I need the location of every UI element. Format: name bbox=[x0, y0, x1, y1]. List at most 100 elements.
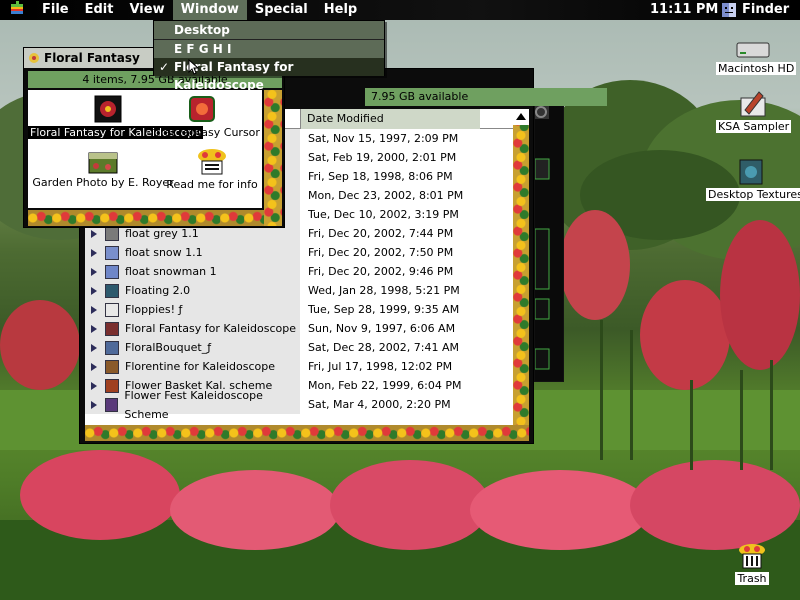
rose-bush bbox=[630, 460, 800, 550]
desktop-icon-trash[interactable]: Trash bbox=[722, 542, 782, 585]
rose-stem bbox=[630, 330, 633, 460]
rose-bush bbox=[170, 470, 340, 550]
menu-file[interactable]: File bbox=[34, 0, 77, 20]
file-icon bbox=[105, 245, 119, 260]
window-menu-dropdown: Desktop E F G H I ✓ Floral Fantasy for K… bbox=[153, 20, 385, 92]
name-cell: float snowman 1 bbox=[85, 262, 300, 281]
table-row[interactable]: Florentine for Kaleidoscope Fri, Jul 17, … bbox=[85, 357, 513, 376]
disclosure-triangle-icon[interactable] bbox=[91, 324, 97, 333]
file-icon bbox=[105, 359, 119, 374]
desktop-icon-label: Macintosh HD bbox=[716, 62, 797, 75]
cursor-icon bbox=[188, 59, 200, 75]
rose-bush bbox=[20, 450, 180, 540]
disclosure-triangle-icon[interactable] bbox=[91, 286, 97, 295]
desktop-icon-label: Desktop Textures bbox=[706, 188, 800, 201]
name-cell: Floating 2.0 bbox=[85, 281, 300, 300]
name-cell: Floral Fantasy for Kaleidoscope bbox=[85, 319, 300, 338]
photo-file-icon bbox=[88, 152, 118, 174]
file-name: float snowman 1 bbox=[125, 265, 217, 278]
table-row[interactable]: Floating 2.0 Wed, Jan 28, 1998, 5:21 PM bbox=[85, 281, 513, 300]
rose-stem bbox=[770, 360, 773, 470]
date-modified-cell: Tue, Sep 28, 1999, 9:35 AM bbox=[300, 300, 513, 319]
date-modified-cell: Sun, Nov 9, 1997, 6:06 AM bbox=[300, 319, 513, 338]
file-item-garden-photo[interactable]: Garden Photo by E. Royer bbox=[28, 152, 178, 189]
disclosure-triangle-icon[interactable] bbox=[91, 400, 97, 409]
table-row[interactable]: float snow 1.1 Fri, Dec 20, 2002, 7:50 PM bbox=[85, 243, 513, 262]
table-row[interactable]: float snowman 1 Fri, Dec 20, 2002, 9:46 P… bbox=[85, 262, 513, 281]
rose-bush bbox=[0, 300, 80, 390]
file-name: Floppies! ƒ bbox=[125, 303, 183, 316]
close-box-icon[interactable] bbox=[27, 51, 41, 65]
partial-window[interactable] bbox=[534, 98, 564, 382]
name-cell: Flower Fest Kaleidoscope Scheme bbox=[85, 389, 300, 421]
date-modified-cell: Sat, Dec 28, 2002, 7:41 AM bbox=[300, 338, 513, 357]
rose-bush bbox=[640, 280, 730, 390]
table-row[interactable]: Flower Fest Kaleidoscope Scheme Sat, Mar … bbox=[85, 389, 513, 421]
table-row[interactable]: Floral Fantasy for Kaleidoscope Sun, Nov … bbox=[85, 319, 513, 338]
disclosure-triangle-icon[interactable] bbox=[91, 381, 97, 390]
disclosure-triangle-icon[interactable] bbox=[91, 305, 97, 314]
window-title: Floral Fantasy bbox=[44, 51, 140, 65]
desktop-icon-desktop-textures[interactable]: Desktop Textures bbox=[706, 156, 800, 201]
file-item-read-me[interactable]: Read me for info bbox=[162, 148, 262, 191]
menu-view[interactable]: View bbox=[121, 0, 172, 20]
vertical-scrollbar[interactable] bbox=[264, 90, 282, 226]
cursor-file-icon bbox=[189, 96, 215, 122]
rose-stem bbox=[600, 320, 603, 460]
disclosure-triangle-icon[interactable] bbox=[91, 343, 97, 352]
file-icon bbox=[105, 302, 119, 317]
vertical-scrollbar[interactable] bbox=[513, 109, 529, 425]
file-name: FloralBouquet_ƒ bbox=[125, 341, 212, 354]
date-modified-cell: Fri, Jul 17, 1998, 12:02 PM bbox=[300, 357, 513, 376]
date-modified-cell: Fri, Dec 20, 2002, 7:44 PM bbox=[300, 224, 513, 243]
date-modified-cell: Sat, Feb 19, 2000, 2:01 PM bbox=[300, 148, 513, 167]
file-item-label: Read me for info bbox=[166, 178, 258, 191]
desktop-icon-label: KSA Sampler bbox=[716, 120, 792, 133]
desktop-icon-ksa-sampler[interactable]: KSA Sampler bbox=[716, 88, 792, 133]
apple-icon bbox=[11, 1, 23, 14]
file-icon bbox=[105, 264, 119, 279]
window-menu-item-desktop[interactable]: Desktop bbox=[154, 21, 384, 39]
checkmark-icon: ✓ bbox=[159, 60, 170, 74]
file-icon bbox=[105, 397, 119, 412]
table-row[interactable]: FloralBouquet_ƒ Sat, Dec 28, 2002, 7:41 A… bbox=[85, 338, 513, 357]
desktop-icon-macintosh-hd[interactable]: Macintosh HD bbox=[716, 40, 797, 75]
file-name: Florentine for Kaleidoscope bbox=[125, 360, 275, 373]
apple-menu[interactable] bbox=[0, 0, 34, 20]
window-menu-item-efghi[interactable]: E F G H I bbox=[154, 40, 384, 58]
rose-bush bbox=[330, 460, 490, 550]
rose-bush bbox=[720, 220, 800, 370]
date-modified-cell: Sat, Nov 15, 1997, 2:09 PM bbox=[300, 129, 513, 148]
horizontal-scrollbar[interactable] bbox=[85, 425, 529, 441]
application-menu[interactable]: Finder bbox=[722, 0, 789, 20]
file-icon bbox=[105, 340, 119, 355]
menu-clock[interactable]: 11:11 PM bbox=[650, 0, 718, 20]
rose-stem bbox=[690, 380, 693, 470]
desktop-icon-label: Trash bbox=[735, 572, 769, 585]
disclosure-triangle-icon[interactable] bbox=[91, 229, 97, 238]
horizontal-scrollbar[interactable] bbox=[28, 210, 264, 226]
file-icon bbox=[105, 226, 119, 241]
menu-edit[interactable]: Edit bbox=[77, 0, 122, 20]
column-header-date-modified[interactable]: Date Modified bbox=[300, 109, 480, 129]
date-modified-cell: Mon, Dec 23, 2002, 8:01 PM bbox=[300, 186, 513, 205]
disclosure-triangle-icon[interactable] bbox=[91, 248, 97, 257]
application-name: Finder bbox=[742, 2, 790, 17]
menu-help[interactable]: Help bbox=[316, 0, 365, 20]
menu-window[interactable]: Window bbox=[172, 0, 247, 20]
table-row[interactable]: Floppies! ƒ Tue, Sep 28, 1999, 9:35 AM bbox=[85, 300, 513, 319]
menu-special[interactable]: Special bbox=[247, 0, 316, 20]
rose-bush bbox=[470, 470, 650, 550]
flower-basket-icon bbox=[198, 149, 226, 175]
date-modified-cell: Sat, Mar 4, 2000, 2:20 PM bbox=[300, 395, 513, 414]
window-control-icon bbox=[534, 105, 550, 370]
file-item-floral-fantasy-cursor[interactable]: Floral Fantasy Cursor bbox=[142, 94, 262, 139]
disclosure-triangle-icon[interactable] bbox=[91, 362, 97, 371]
name-cell: Florentine for Kaleidoscope bbox=[85, 357, 300, 376]
date-modified-cell: Fri, Dec 20, 2002, 9:46 PM bbox=[300, 262, 513, 281]
finder-icon bbox=[722, 3, 736, 17]
scroll-up-arrow-icon[interactable] bbox=[513, 109, 529, 125]
menu-bar: File Edit View Window Special Help 11:11… bbox=[0, 0, 800, 20]
date-modified-cell: Mon, Feb 22, 1999, 6:04 PM bbox=[300, 376, 513, 395]
disclosure-triangle-icon[interactable] bbox=[91, 267, 97, 276]
